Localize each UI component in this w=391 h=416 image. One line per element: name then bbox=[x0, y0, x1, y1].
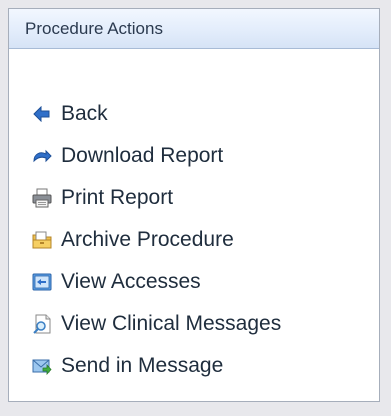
send-in-message-label: Send in Message bbox=[61, 354, 224, 377]
download-report-label: Download Report bbox=[61, 144, 224, 167]
view-clinical-messages-link[interactable]: View Clinical Messages bbox=[31, 303, 281, 345]
download-report-link[interactable]: Download Report bbox=[31, 135, 281, 177]
view-accesses-link[interactable]: View Accesses bbox=[31, 261, 281, 303]
send-in-message-link[interactable]: Send in Message bbox=[31, 345, 281, 387]
accesses-icon bbox=[31, 271, 53, 293]
download-icon bbox=[31, 145, 53, 167]
panel-header: Procedure Actions bbox=[9, 9, 379, 49]
print-report-label: Print Report bbox=[61, 186, 174, 209]
back-label: Back bbox=[61, 102, 108, 125]
back-link[interactable]: Back bbox=[31, 93, 281, 135]
archive-procedure-link[interactable]: Archive Procedure bbox=[31, 219, 281, 261]
panel-title: Procedure Actions bbox=[25, 18, 163, 38]
view-clinical-messages-label: View Clinical Messages bbox=[61, 312, 282, 335]
clinical-messages-icon bbox=[31, 313, 53, 335]
printer-icon bbox=[31, 187, 53, 209]
print-report-link[interactable]: Print Report bbox=[31, 177, 281, 219]
view-accesses-label: View Accesses bbox=[61, 270, 201, 293]
send-message-icon bbox=[31, 355, 53, 377]
actions-list: Back Download Report Print Report Archiv… bbox=[31, 95, 281, 387]
archive-procedure-label: Archive Procedure bbox=[61, 228, 234, 251]
archive-folder-icon bbox=[31, 229, 53, 251]
back-arrow-icon bbox=[31, 103, 53, 125]
procedure-actions-panel: Procedure Actions Back Download Report P… bbox=[8, 8, 380, 402]
